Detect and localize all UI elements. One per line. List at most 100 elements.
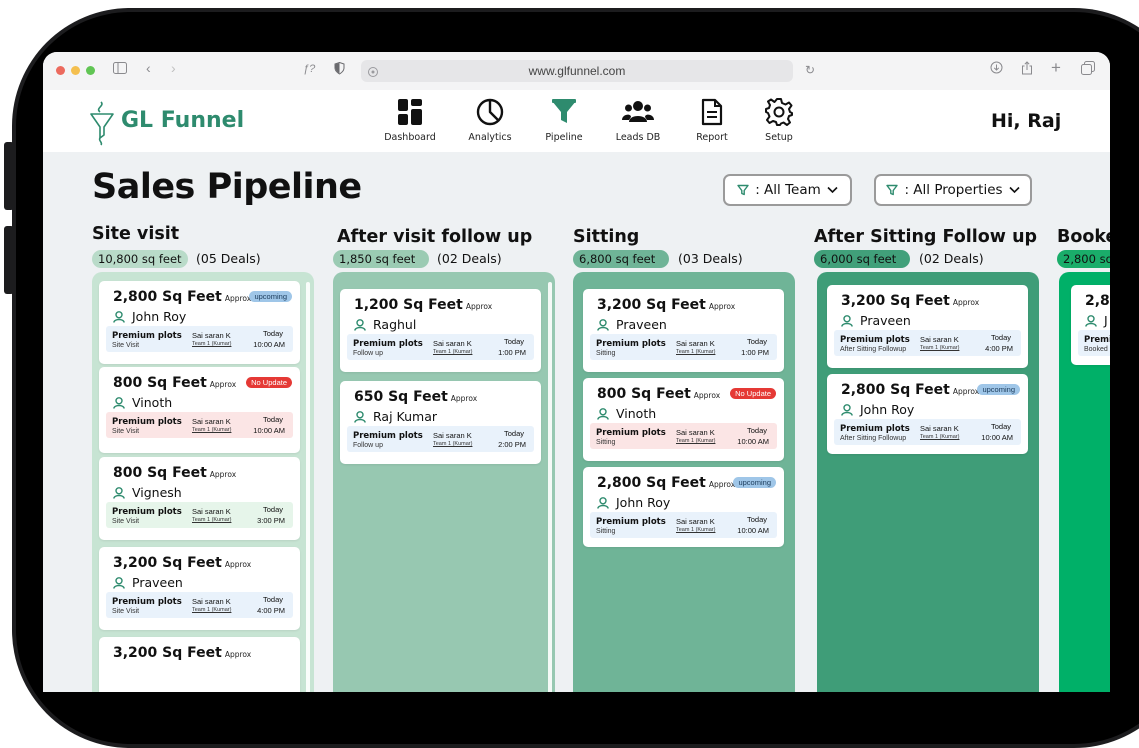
- status-badge: No Update: [730, 388, 776, 399]
- client-name: John Roy: [597, 495, 670, 510]
- status-badge: upcoming: [249, 291, 292, 302]
- card-area: 3,200 Sq Feet Approx: [597, 297, 736, 313]
- deal-info: Premium plots After Sitting Followup Sai …: [834, 330, 1021, 356]
- deal-card[interactable]: 3,200 Sq Feet Approx Praveen Premium plot…: [583, 289, 784, 372]
- card-area: 2,800 Sq Feet Approx: [841, 382, 980, 398]
- filter-label: : All Team: [755, 182, 821, 198]
- properties-filter-dropdown[interactable]: : All Properties: [874, 174, 1032, 206]
- nav-leads-db[interactable]: Leads DB: [603, 98, 673, 143]
- user-greeting[interactable]: Hi, Raj: [991, 110, 1061, 132]
- maximize-window-button[interactable]: [86, 66, 95, 75]
- forward-icon[interactable]: ›: [171, 60, 176, 76]
- filter-label: : All Properties: [904, 182, 1003, 198]
- card-area: 2,800 Sq Feet Approx: [597, 475, 736, 491]
- user-icon: [597, 496, 609, 509]
- team-filter-dropdown[interactable]: : All Team: [723, 174, 852, 206]
- sqft-pill: 10,800 sq feet: [92, 250, 188, 268]
- client-name: Vignesh: [113, 485, 182, 500]
- shield-icon[interactable]: [334, 61, 345, 78]
- deal-card[interactable]: 2,800 Sq Feet Approx upcoming John Roy Pr…: [583, 467, 784, 547]
- url-text: www.glfunnel.com: [528, 64, 626, 78]
- sidebar-icon[interactable]: [113, 61, 127, 77]
- deal-card[interactable]: 2,800 Sq Feet Approx upcoming John Roy Pr…: [99, 281, 300, 364]
- nav-pipeline[interactable]: Pipeline: [529, 98, 599, 143]
- user-icon: [113, 396, 125, 409]
- deal-card[interactable]: 2,800 Sq Feet Approx upcoming John Roy Pr…: [827, 374, 1028, 454]
- column-title: Booked: [1057, 227, 1110, 247]
- sqft-pill: 6,000 sq feet: [814, 250, 910, 268]
- volume-up-button: [4, 142, 14, 210]
- pie-chart-icon: [476, 98, 504, 126]
- reload-icon[interactable]: ↻: [805, 63, 815, 77]
- lane-scrollbar[interactable]: [548, 282, 552, 692]
- gear-icon: [765, 98, 793, 126]
- document-icon: [701, 98, 723, 126]
- lane-scrollbar[interactable]: [306, 282, 310, 692]
- user-icon: [841, 403, 853, 416]
- client-name: Praveen: [841, 313, 911, 328]
- nav-label: Analytics: [468, 132, 512, 143]
- nav-analytics[interactable]: Analytics: [455, 98, 525, 143]
- client-name: John Roy: [113, 309, 186, 324]
- card-area: 3,200 Sq Feet Approx: [113, 645, 252, 661]
- deal-count: (02 Deals): [919, 251, 984, 266]
- deal-card[interactable]: 3,200 Sq Feet Approx: [99, 637, 300, 692]
- user-icon: [597, 318, 609, 331]
- card-area: 650 Sq Feet Approx: [354, 389, 478, 405]
- funnel-logo-icon[interactable]: [89, 100, 115, 151]
- minimize-window-button[interactable]: [71, 66, 80, 75]
- app-header: GL Funnel Dashboard Analytics Pipeline L…: [43, 90, 1110, 152]
- nav-label: Report: [696, 132, 728, 143]
- browser-window: ‹ › ƒ? www.glfunnel.com ↻ + GL Funnel Da…: [43, 52, 1110, 692]
- deal-card[interactable]: 650 Sq Feet Approx Raj Kumar Premium plot…: [340, 381, 541, 464]
- deal-info: Premium plots Site Visit Sai saran K Team …: [106, 592, 293, 618]
- card-area: 2,800 Sq Feet: [1085, 293, 1110, 309]
- card-area: 800 Sq Feet Approx: [113, 375, 237, 391]
- deal-info: Premium plots Sitting Sai saran K Team 1 (…: [590, 423, 777, 449]
- deal-info: Premium plotsBooked: [1078, 330, 1110, 356]
- new-tab-icon[interactable]: +: [1051, 58, 1061, 78]
- deal-card[interactable]: 800 Sq Feet Approx Vignesh Premium plots S…: [99, 457, 300, 540]
- brand-name[interactable]: GL Funnel: [121, 108, 244, 133]
- user-icon: [597, 407, 609, 420]
- deal-card[interactable]: 2,800 Sq Feet J Premium plotsBooked: [1071, 285, 1110, 365]
- column-title: After visit follow up: [337, 227, 533, 247]
- deal-card[interactable]: 1,200 Sq Feet Approx Raghul Premium plots…: [340, 289, 541, 372]
- share-icon[interactable]: [1021, 61, 1033, 78]
- client-name: Vinoth: [113, 395, 172, 410]
- nav-label: Leads DB: [615, 132, 661, 143]
- deal-card[interactable]: 800 Sq Feet Approx No Update Vinoth Premi…: [583, 378, 784, 461]
- address-bar[interactable]: www.glfunnel.com ↻: [361, 60, 815, 82]
- users-icon: [622, 101, 654, 122]
- client-name: Vinoth: [597, 406, 656, 421]
- status-badge: upcoming: [977, 384, 1020, 395]
- filter-icon: [737, 184, 749, 196]
- deal-card[interactable]: 3,200 Sq Feet Approx Praveen Premium plot…: [99, 547, 300, 630]
- deal-info: Premium plots After Sitting Followup Sai …: [834, 419, 1021, 445]
- user-icon: [841, 314, 853, 327]
- nav-dashboard[interactable]: Dashboard: [375, 98, 445, 143]
- chevron-down-icon: [827, 186, 838, 194]
- column-title: After Sitting Follow up: [814, 227, 1038, 247]
- deal-card[interactable]: 3,200 Sq Feet Approx Praveen Premium plot…: [827, 285, 1028, 368]
- nav-setup[interactable]: Setup: [744, 98, 814, 143]
- tabs-overview-icon[interactable]: [1081, 61, 1095, 78]
- filter-icon: [886, 184, 899, 196]
- user-icon: [113, 486, 125, 499]
- close-window-button[interactable]: [56, 66, 65, 75]
- nav-label: Setup: [765, 132, 793, 143]
- client-name: Raj Kumar: [354, 409, 437, 424]
- nav-label: Dashboard: [384, 132, 436, 143]
- download-icon[interactable]: [990, 61, 1003, 77]
- card-area: 1,200 Sq Feet Approx: [354, 297, 493, 313]
- deal-info: Premium plots Sitting Sai saran K Team 1 (…: [590, 512, 777, 538]
- card-area: 3,200 Sq Feet Approx: [113, 555, 252, 571]
- nav-report[interactable]: Report: [677, 98, 747, 143]
- deal-info: Premium plots Sitting Sai saran K Team 1 (…: [590, 334, 777, 360]
- deal-card[interactable]: 800 Sq Feet Approx No Update Vinoth Premi…: [99, 367, 300, 453]
- client-name: Raghul: [354, 317, 416, 332]
- deal-info: Premium plots Follow up Sai saran K Team 1…: [347, 334, 534, 360]
- card-area: 800 Sq Feet Approx: [597, 386, 721, 402]
- back-icon[interactable]: ‹: [146, 60, 151, 76]
- reader-icon[interactable]: ƒ?: [303, 63, 315, 75]
